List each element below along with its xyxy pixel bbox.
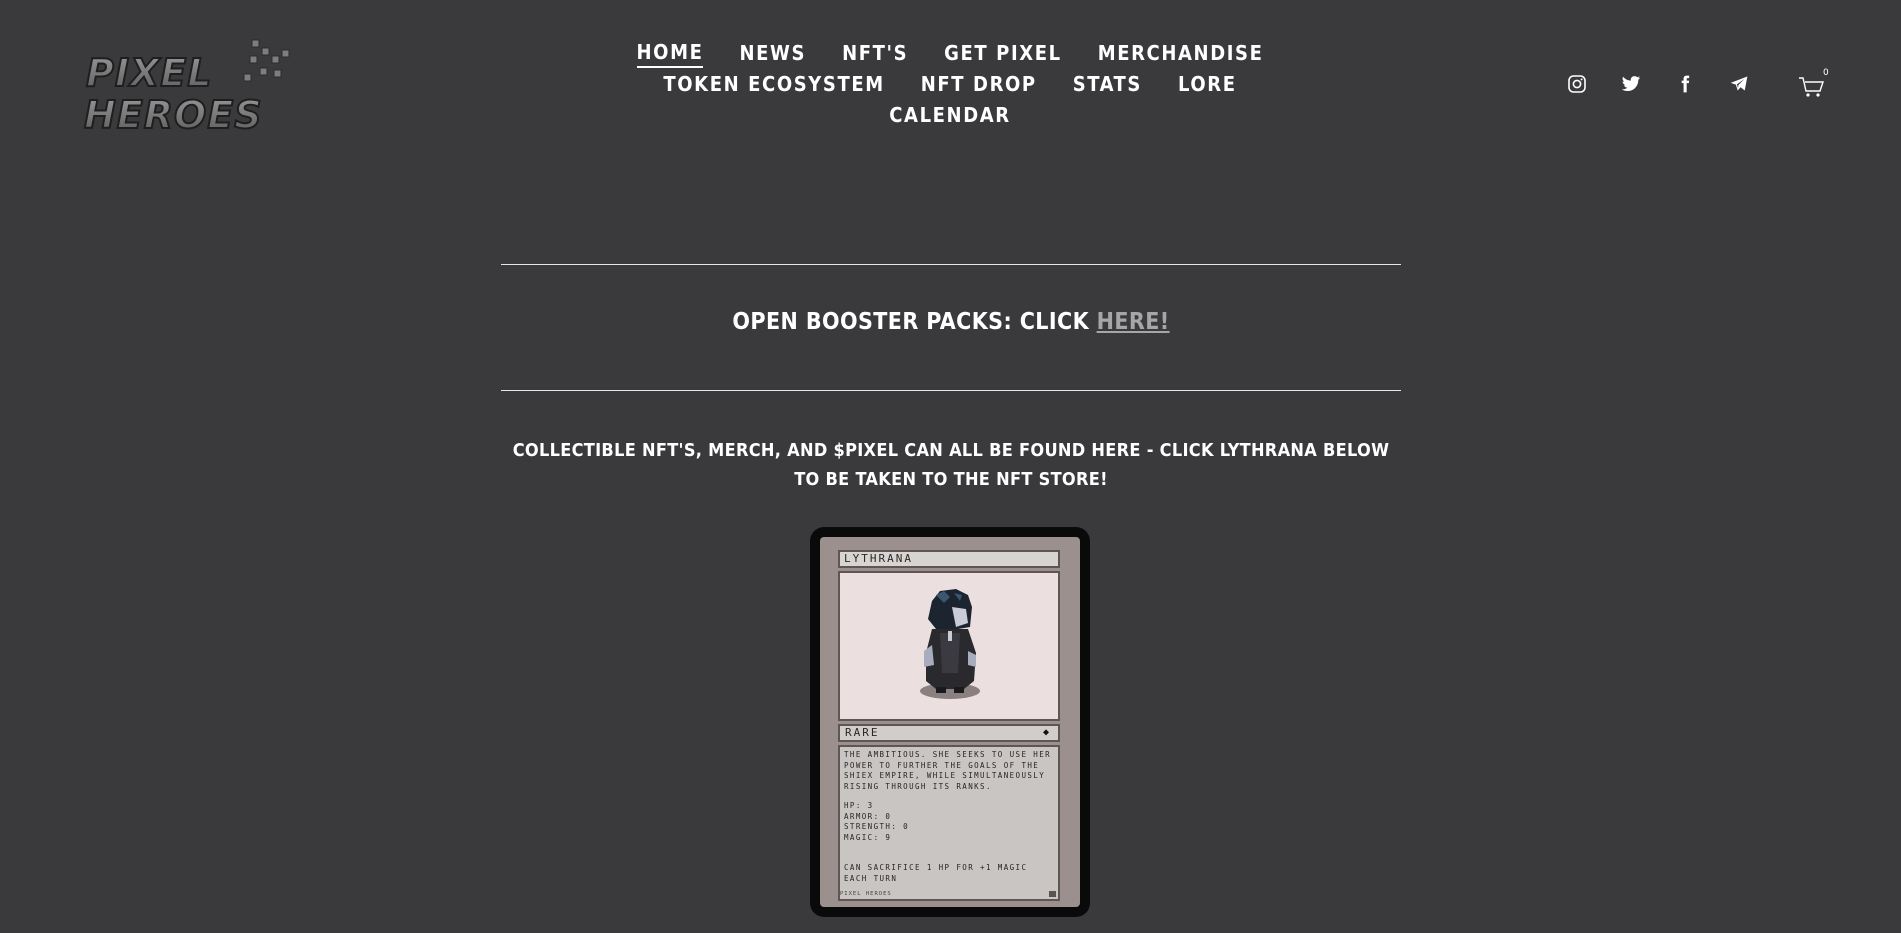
- nav-item-calendar[interactable]: CALENDAR: [889, 103, 1010, 129]
- nav-item-stats[interactable]: STATS: [1073, 72, 1142, 98]
- svg-text:HEROES: HEROES: [84, 93, 263, 137]
- lythrana-card[interactable]: LYTHRANA RARE ◆ THE AMBITIOUS. SHE SEEKS…: [810, 527, 1090, 917]
- nav-row-2: TOKEN ECOSYSTEM NFT DROP STATS LORE: [650, 69, 1250, 100]
- card-description: THE AMBITIOUS. SHE SEEKS TO USE HER POWE…: [844, 750, 1052, 791]
- nav-item-nfts[interactable]: NFT'S: [842, 41, 908, 67]
- main-navigation: HOME NEWS NFT'S GET PIXEL MERCHANDISE TO…: [636, 38, 1262, 131]
- nav-row-3: CALENDAR: [650, 100, 1250, 131]
- social-links: [1565, 72, 1751, 96]
- twitter-icon[interactable]: [1619, 72, 1643, 96]
- divider-top: [501, 264, 1401, 265]
- nav-item-token-ecosystem[interactable]: TOKEN ECOSYSTEM: [663, 72, 884, 98]
- card-stat-armor: ARMOR: 0: [844, 811, 892, 821]
- booster-packs-heading: OPEN BOOSTER PACKS: CLICK HERE!: [501, 309, 1401, 335]
- card-stat-strength: STRENGTH: 0: [844, 822, 910, 831]
- card-name: LYTHRANA: [838, 550, 1060, 568]
- rarity-diamond-icon: ◆: [1042, 727, 1051, 738]
- nav-item-lore[interactable]: LORE: [1178, 72, 1237, 98]
- instagram-icon[interactable]: [1565, 72, 1589, 96]
- facebook-icon[interactable]: [1673, 72, 1697, 96]
- card-rarity-label: RARE: [845, 726, 880, 739]
- nav-item-home[interactable]: HOME: [636, 40, 704, 68]
- svg-text:PIXEL: PIXEL: [86, 51, 212, 95]
- card-footer: PIXEL HEROES: [840, 891, 1058, 901]
- card-stats: HP: 3 ARMOR: 0 STRENGTH: 0 MAGIC: 9: [844, 801, 1054, 843]
- nav-item-get-pixel[interactable]: GET PIXEL: [944, 41, 1062, 67]
- collectibles-description: COLLECTIBLE NFT'S, MERCH, AND $PIXEL CAN…: [512, 440, 1390, 490]
- pixel-heroes-logo[interactable]: PIXEL HEROES: [82, 36, 302, 138]
- nav-item-merchandise[interactable]: MERCHANDISE: [1098, 41, 1264, 67]
- nav-item-nft-drop[interactable]: NFT DROP: [921, 72, 1037, 98]
- lythrana-character-image: [920, 589, 980, 699]
- booster-text: OPEN BOOSTER PACKS: CLICK: [732, 309, 1097, 335]
- card-footer-mark-icon: [1049, 891, 1056, 897]
- booster-link[interactable]: HERE!: [1097, 309, 1170, 335]
- card-ability: CAN SACRIFICE 1 HP FOR +1 MAGIC EACH TUR…: [844, 863, 1028, 883]
- telegram-icon[interactable]: [1727, 72, 1751, 96]
- card-text-box: THE AMBITIOUS. SHE SEEKS TO USE HER POWE…: [838, 745, 1060, 901]
- divider-bottom: [501, 390, 1401, 391]
- card-stat-magic: MAGIC: 9: [844, 832, 892, 842]
- card-footer-label: PIXEL HEROES: [840, 891, 892, 897]
- card-art: [838, 571, 1060, 721]
- cart-count-badge: 0: [1823, 68, 1829, 78]
- card-rarity: RARE ◆: [838, 724, 1060, 742]
- logo-image: PIXEL HEROES: [83, 39, 290, 138]
- card-stat-hp: HP: 3: [844, 801, 874, 810]
- nav-row-1: HOME NEWS NFT'S GET PIXEL MERCHANDISE: [636, 38, 1262, 69]
- nav-item-news[interactable]: NEWS: [739, 41, 806, 67]
